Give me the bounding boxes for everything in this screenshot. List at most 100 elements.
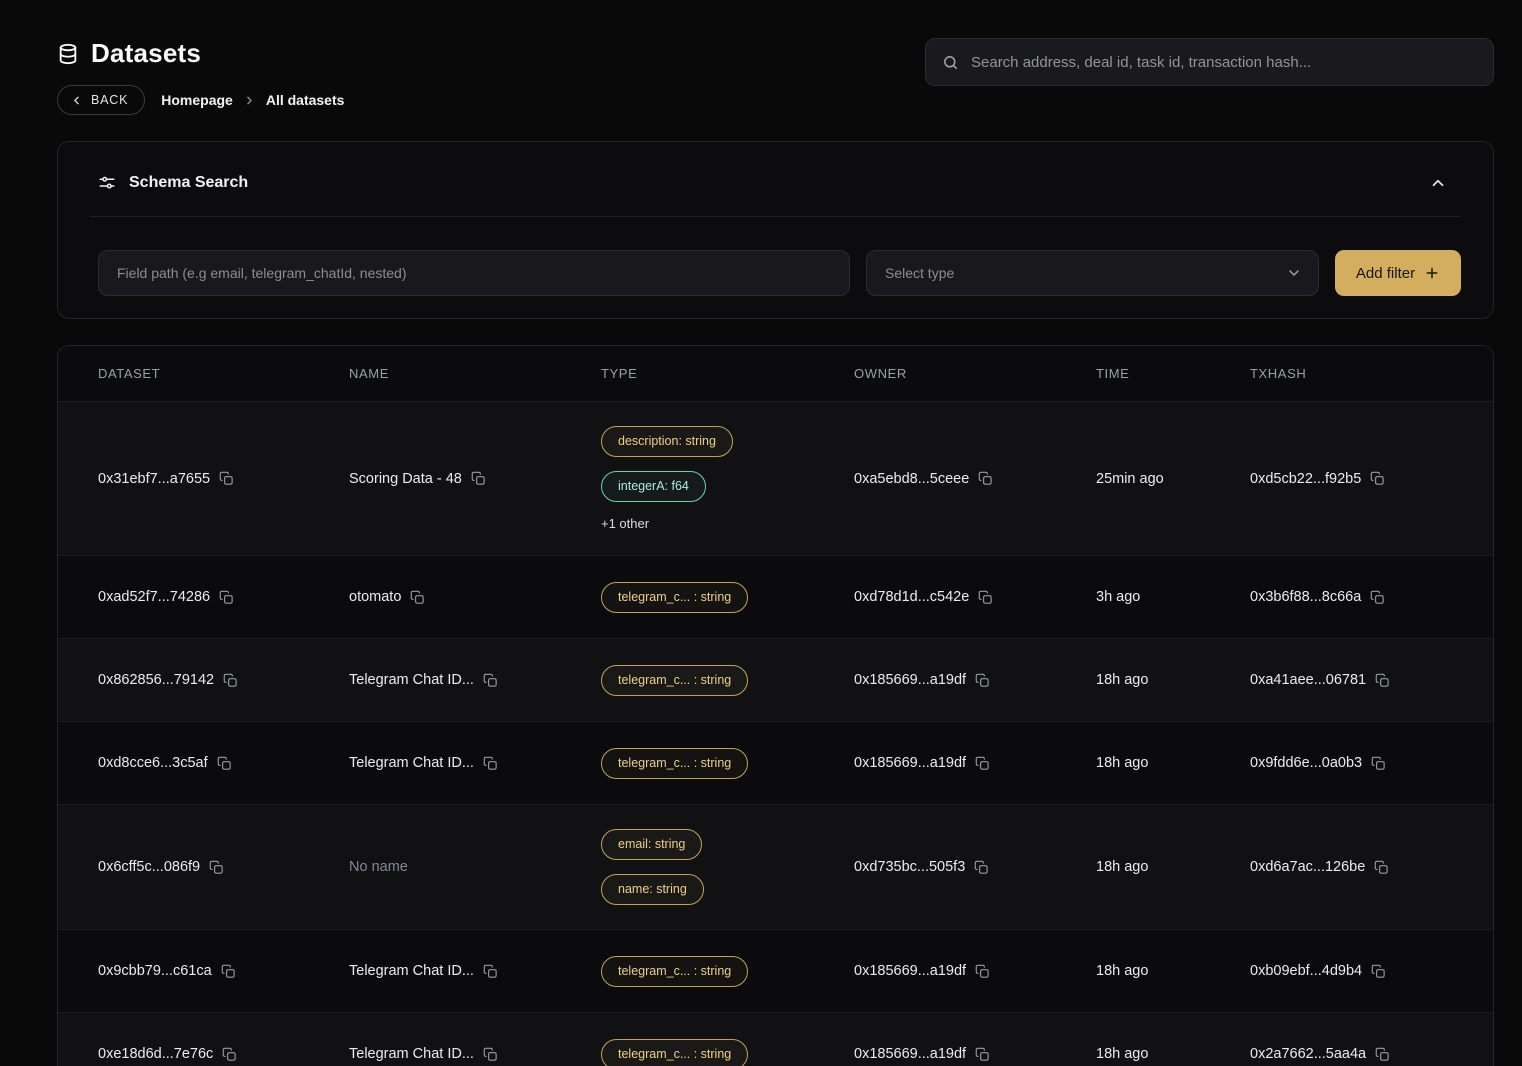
copy-icon[interactable] [1374,860,1389,875]
name-cell: Telegram Chat ID... [349,672,601,688]
type-cell: email: stringname: string [601,829,854,905]
dataset-name: Telegram Chat ID... [349,672,474,688]
name-cell: Telegram Chat ID... [349,1046,601,1062]
schema-search-controls: Select type Add filter [58,217,1493,318]
table-row[interactable]: 0xad52f7...74286otomato telegram_c... : s… [58,555,1493,638]
breadcrumb: BACK Homepage All datasets [57,85,344,115]
copy-icon[interactable] [975,673,990,688]
dataset-cell: 0xad52f7...74286 [98,589,349,605]
table-row[interactable]: 0x31ebf7...a7655Scoring Data - 48descrip… [58,401,1493,555]
copy-icon[interactable] [217,756,232,771]
field-path-input[interactable] [98,250,850,296]
schema-search-title-row: Schema Search [98,174,248,192]
owner-address: 0xd735bc...505f3 [854,859,965,875]
table-header: DATASETNAMETYPEOWNERTIMETXHASH [58,346,1493,401]
back-button[interactable]: BACK [57,85,145,115]
plus-icon [1424,265,1440,281]
copy-icon[interactable] [1375,1047,1390,1062]
type-cell: telegram_c... : string [601,1039,854,1066]
copy-icon[interactable] [1375,673,1390,688]
type-cell: telegram_c... : string [601,665,854,696]
table-row[interactable]: 0x6cff5c...086f9No nameemail: stringname… [58,804,1493,929]
owner-cell: 0x185669...a19df [854,755,1096,771]
type-pill: description: string [601,426,733,457]
time-value: 25min ago [1096,471,1164,487]
copy-icon[interactable] [222,1047,237,1062]
search-input[interactable] [971,54,1477,71]
txhash-cell: 0xa41aee...06781 [1250,672,1477,688]
column-header-dataset: DATASET [98,366,349,381]
topbar: Datasets BACK Homepage [57,38,1494,115]
owner-cell: 0x185669...a19df [854,963,1096,979]
txhash-cell: 0xd5cb22...f92b5 [1250,471,1477,487]
table-row[interactable]: 0x862856...79142Telegram Chat ID...teleg… [58,638,1493,721]
copy-icon[interactable] [975,756,990,771]
column-header-name: NAME [349,366,601,381]
copy-icon[interactable] [978,471,993,486]
txhash-cell: 0xb09ebf...4d9b4 [1250,963,1477,979]
copy-icon[interactable] [1371,756,1386,771]
breadcrumb-homepage[interactable]: Homepage [161,92,233,108]
add-filter-button[interactable]: Add filter [1335,250,1461,296]
copy-icon[interactable] [974,860,989,875]
txhash-value: 0xd5cb22...f92b5 [1250,471,1361,487]
copy-icon[interactable] [221,964,236,979]
time-value: 3h ago [1096,589,1140,605]
type-pill: telegram_c... : string [601,1039,748,1066]
type-cell: telegram_c... : string [601,748,854,779]
copy-icon[interactable] [219,471,234,486]
owner-cell: 0xa5ebd8...5ceee [854,471,1096,487]
chevron-up-icon [1429,174,1447,192]
copy-icon[interactable] [1370,590,1385,605]
dataset-name: No name [349,859,408,875]
copy-icon[interactable] [483,756,498,771]
txhash-value: 0x9fdd6e...0a0b3 [1250,755,1362,771]
chevron-right-icon [243,94,256,107]
copy-icon[interactable] [219,590,234,605]
column-header-txhash: TXHASH [1250,366,1477,381]
copy-icon[interactable] [223,673,238,688]
dataset-id: 0xd8cce6...3c5af [98,755,208,771]
type-pill: telegram_c... : string [601,582,748,613]
copy-icon[interactable] [410,590,425,605]
time-cell: 18h ago [1096,672,1250,688]
owner-address: 0x185669...a19df [854,672,966,688]
copy-icon[interactable] [483,673,498,688]
table-row[interactable]: 0x9cbb79...c61caTelegram Chat ID...teleg… [58,929,1493,1012]
back-label: BACK [91,93,128,107]
breadcrumb-all-datasets[interactable]: All datasets [266,92,345,108]
copy-icon[interactable] [483,1047,498,1062]
type-pill: integerA: f64 [601,471,706,502]
type-pill: email: string [601,829,702,860]
column-header-owner: OWNER [854,366,1096,381]
dataset-name: otomato [349,589,401,605]
owner-address: 0x185669...a19df [854,755,966,771]
collapse-button[interactable] [1425,170,1451,196]
type-pill: telegram_c... : string [601,956,748,987]
name-cell: Telegram Chat ID... [349,755,601,771]
type-pill: telegram_c... : string [601,748,748,779]
search-icon [942,54,959,71]
copy-icon[interactable] [471,471,486,486]
name-cell: No name [349,859,601,875]
dataset-cell: 0x9cbb79...c61ca [98,963,349,979]
table-row[interactable]: 0xe18d6d...7e76cTelegram Chat ID...teleg… [58,1012,1493,1066]
copy-icon[interactable] [975,964,990,979]
copy-icon[interactable] [209,860,224,875]
name-cell: Scoring Data - 48 [349,471,601,487]
time-value: 18h ago [1096,963,1148,979]
time-value: 18h ago [1096,859,1148,875]
copy-icon[interactable] [978,590,993,605]
type-select[interactable]: Select type [866,250,1319,296]
table-row[interactable]: 0xd8cce6...3c5af Telegram Chat ID...teleg… [58,721,1493,804]
copy-icon[interactable] [483,964,498,979]
schema-search-panel: Schema Search Select type [57,141,1494,319]
global-search[interactable] [925,38,1494,86]
copy-icon[interactable] [1371,964,1386,979]
type-cell: description: stringintegerA: f64+1 other [601,426,854,531]
copy-icon[interactable] [1370,471,1385,486]
owner-address: 0xa5ebd8...5ceee [854,471,969,487]
copy-icon[interactable] [975,1047,990,1062]
type-select-value: Select type [885,265,954,281]
dataset-cell: 0xd8cce6...3c5af [98,755,349,771]
